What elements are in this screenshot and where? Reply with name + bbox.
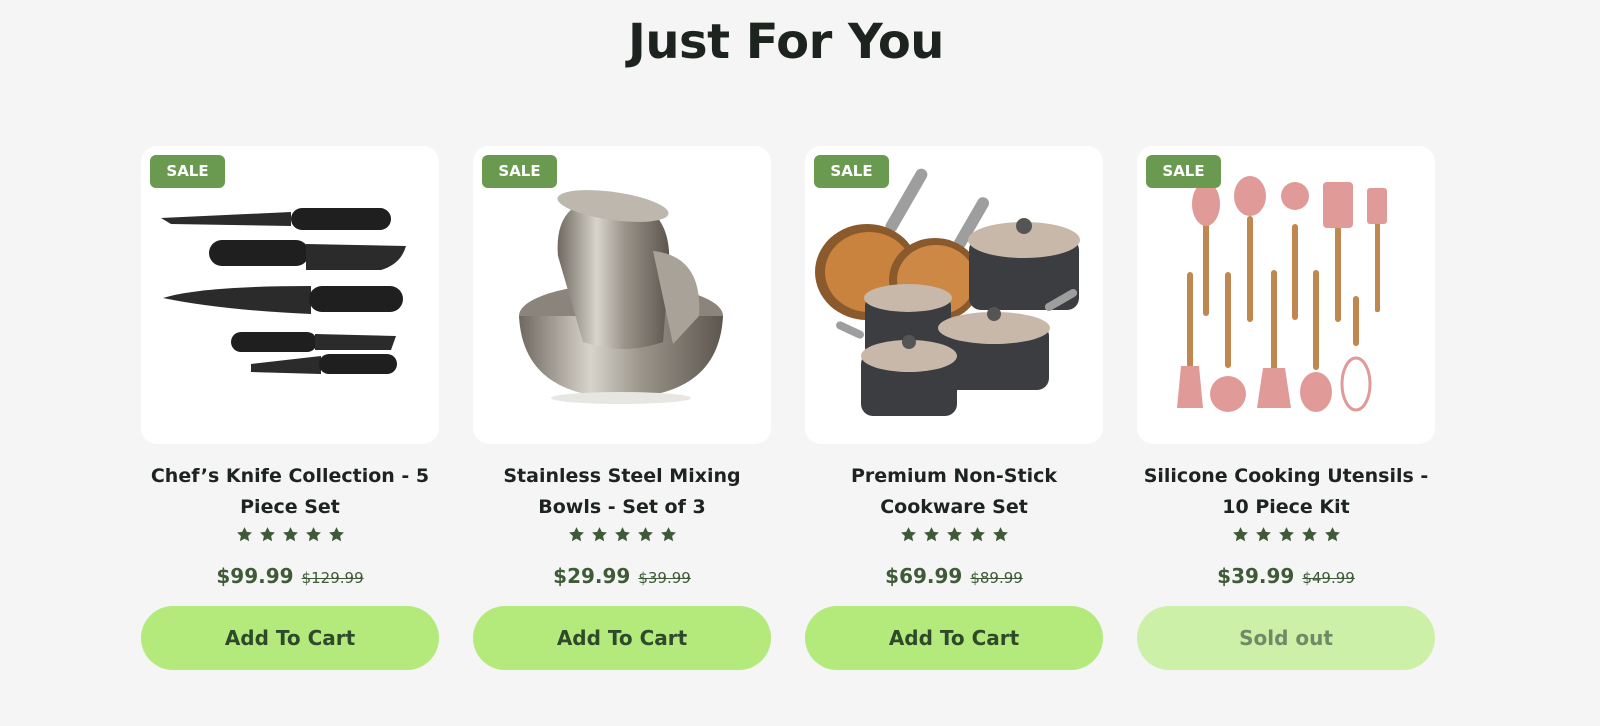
star-icon: [614, 527, 630, 542]
star-icon: [660, 527, 676, 542]
rating-stars: [1232, 526, 1341, 546]
sold-out-button[interactable]: Sold out: [1137, 606, 1435, 670]
mixing-bowls-icon: [519, 190, 723, 404]
star-icon: [282, 527, 298, 542]
star-icon: [236, 527, 252, 542]
product-title[interactable]: Stainless Steel Mixing Bowls - Set of 3: [473, 461, 771, 523]
sale-price: $69.99: [885, 564, 963, 588]
star-icon: [1301, 527, 1317, 542]
product-image[interactable]: SALE: [805, 146, 1103, 444]
star-icon: [1278, 527, 1294, 542]
knife-set-icon: [161, 208, 406, 374]
rating-stars: [900, 526, 1009, 546]
star-icon: [568, 527, 584, 542]
add-to-cart-button[interactable]: Add To Cart: [141, 606, 439, 670]
sale-badge: SALE: [150, 155, 225, 188]
price-row: $39.99 $49.99: [1217, 564, 1355, 592]
star-icon: [923, 527, 939, 542]
star-icon: [900, 527, 916, 542]
rating-stars: [236, 526, 345, 546]
utensils-set-icon: [1177, 176, 1387, 412]
star-icon: [969, 527, 985, 542]
sale-price: $99.99: [216, 564, 294, 588]
product-image[interactable]: SALE: [141, 146, 439, 444]
product-title[interactable]: Chef’s Knife Collection - 5 Piece Set: [141, 461, 439, 523]
star-icon: [637, 527, 653, 542]
product-card: SALE: [141, 146, 439, 670]
price-row: $99.99 $129.99: [216, 564, 363, 592]
sale-badge: SALE: [1146, 155, 1221, 188]
sale-badge: SALE: [814, 155, 889, 188]
star-icon: [1324, 527, 1340, 542]
product-title[interactable]: Premium Non-Stick Cookware Set: [805, 461, 1103, 523]
star-icon: [992, 527, 1008, 542]
star-icon: [1232, 527, 1248, 542]
star-icon: [946, 527, 962, 542]
star-icon: [1255, 527, 1271, 542]
section-title: Just For You: [628, 14, 944, 70]
compare-price: $39.99: [638, 569, 691, 587]
product-card: SALE: [1137, 146, 1435, 670]
price-row: $29.99 $39.99: [553, 564, 691, 592]
price-row: $69.99 $89.99: [885, 564, 1023, 592]
compare-price: $129.99: [301, 569, 364, 587]
product-grid: SALE Chef’s Knife Collection - 5 Piece S…: [141, 146, 1435, 670]
compare-price: $49.99: [1302, 569, 1355, 587]
star-icon: [328, 527, 344, 542]
just-for-you-section: Just For You SALE Chef’s Knife Collectio…: [0, 0, 1600, 726]
rating-stars: [568, 526, 677, 546]
sale-badge: SALE: [482, 155, 557, 188]
star-icon: [259, 527, 275, 542]
star-icon: [305, 527, 321, 542]
add-to-cart-button[interactable]: Add To Cart: [805, 606, 1103, 670]
product-image[interactable]: SALE: [473, 146, 771, 444]
product-title[interactable]: Silicone Cooking Utensils - 10 Piece Kit: [1137, 461, 1435, 523]
cookware-set-icon: [815, 168, 1080, 416]
compare-price: $89.99: [970, 569, 1023, 587]
sale-price: $29.99: [553, 564, 631, 588]
product-image[interactable]: SALE: [1137, 146, 1435, 444]
star-icon: [591, 527, 607, 542]
add-to-cart-button[interactable]: Add To Cart: [473, 606, 771, 670]
product-card: SALE: [805, 146, 1103, 670]
sale-price: $39.99: [1217, 564, 1295, 588]
product-card: SALE: [473, 146, 771, 670]
